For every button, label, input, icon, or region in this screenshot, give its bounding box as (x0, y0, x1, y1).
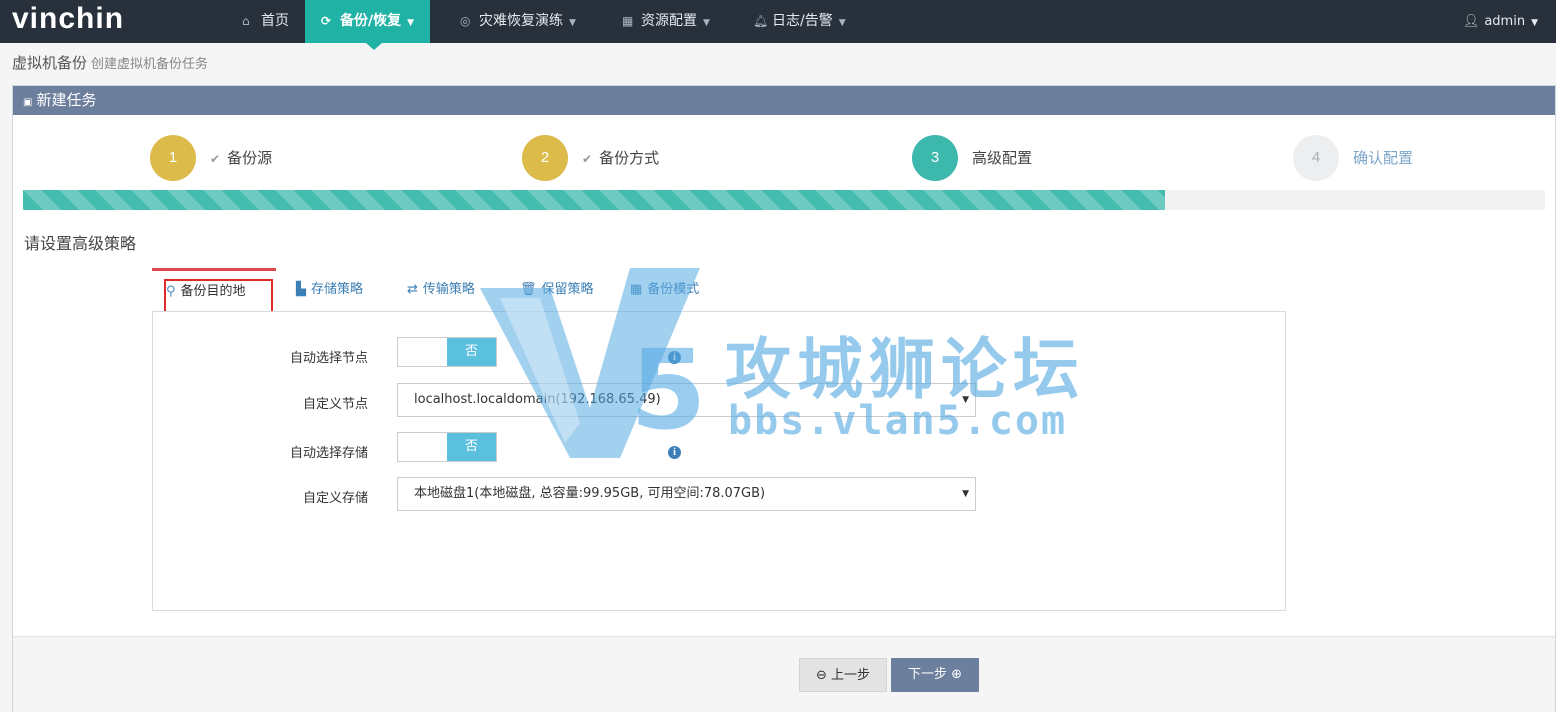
panel-header: ▣ 新建任务 (13, 86, 1555, 115)
nav-home[interactable]: ⌂ 首页 (242, 0, 289, 43)
dropdown-arrow-icon: ▼ (962, 489, 969, 499)
step-number: 3 (912, 135, 958, 181)
dropdown-arrow-icon: ▼ (962, 395, 969, 405)
section-title: 请设置高级策略 (24, 234, 137, 253)
step-label: 确认配置 (1353, 149, 1414, 167)
tab-transfer-policy[interactable]: ⇄ 传输策略 (407, 268, 475, 312)
info-icon[interactable]: i (668, 446, 681, 459)
auto-node-toggle[interactable]: 否 (397, 337, 497, 367)
step-label: 备份方式 (599, 149, 660, 167)
home-icon: ⌂ (242, 14, 250, 28)
custom-storage-select[interactable]: 本地磁盘1(本地磁盘, 总容量:99.95GB, 可用空间:78.07GB) ▼ (397, 477, 976, 511)
nav-backup-restore-label: 备份/恢复 (340, 13, 402, 29)
user-icon: 👤︎ (1462, 14, 1480, 29)
tab-content: 自动选择节点 否 i 自定义节点 localhost.localdomain(1… (152, 311, 1286, 611)
step-number: 4 (1293, 135, 1339, 181)
tab-label: 存储策略 (311, 282, 364, 297)
bell-icon: 🔔︎ (753, 14, 769, 28)
auto-node-label: 自动选择节点 (289, 351, 368, 366)
tab-label: 传输策略 (422, 282, 475, 297)
wizard-step-1: 1 ✔ 备份源 (150, 135, 410, 181)
chevron-down-icon: ▼ (569, 18, 576, 28)
step-number: 2 (522, 135, 568, 181)
trash-icon: 🗑︎ (520, 282, 537, 297)
auto-storage-label: 自动选择存储 (289, 446, 368, 461)
select-value: localhost.localdomain(192.168.65.49) (414, 392, 661, 407)
prev-label: 上一步 (831, 668, 871, 683)
chevron-down-icon: ▼ (407, 18, 415, 28)
arrow-left-circle-icon: ⊖ (815, 668, 827, 683)
wizard-step-4: 4 确认配置 (1293, 135, 1553, 181)
storage-icon: ▙ (296, 282, 306, 297)
grid-icon: ▦ (630, 282, 643, 297)
select-value: 本地磁盘1(本地磁盘, 总容量:99.95GB, 可用空间:78.07GB) (414, 486, 766, 501)
wizard-step-3: 3 高级配置 (912, 135, 1172, 181)
target-icon: ◎ (460, 14, 471, 28)
page-subtitle: 创建虚拟机备份任务 (91, 57, 209, 72)
toggle-state: 否 (447, 433, 496, 461)
custom-node-select[interactable]: localhost.localdomain(192.168.65.49) ▼ (397, 383, 976, 417)
settings-tabs: ⚲ 备份目的地 ▙ 存储策略 ⇄ 传输策略 🗑︎ 保留策略 ▦ 备份模式 (152, 268, 1286, 312)
tab-storage-policy[interactable]: ▙ 存储策略 (296, 268, 363, 312)
toggle-state: 否 (447, 338, 496, 366)
step-number: 1 (150, 135, 196, 181)
chevron-down-icon: ▼ (703, 18, 710, 28)
active-nav-pointer (366, 43, 382, 50)
chevron-down-icon: ▼ (838, 18, 846, 28)
nav-logs-alerts[interactable]: 🔔︎ 日志/告警 ▼ (753, 0, 846, 43)
check-icon: ✔ (582, 152, 593, 166)
step-label-wrap: ✔ 备份方式 (582, 135, 659, 182)
transfer-icon: ⇄ (407, 282, 418, 297)
tab-label: 保留策略 (541, 282, 594, 297)
user-name: admin (1484, 14, 1526, 29)
custom-node-label: 自定义节点 (302, 397, 368, 412)
nav-dr-drill[interactable]: ◎ 灾难恢复演练 ▼ (460, 0, 576, 43)
wizard-step-2: 2 ✔ 备份方式 (522, 135, 782, 181)
tab-retention-policy[interactable]: 🗑︎ 保留策略 (520, 268, 594, 312)
user-menu[interactable]: 👤︎ admin ▼ (1463, 0, 1538, 43)
chevron-down-icon: ▼ (1531, 18, 1538, 28)
info-icon[interactable]: i (668, 351, 681, 364)
new-task-panel: ▣ 新建任务 1 ✔ 备份源 2 ✔ 备份方式 3 高级配置 4 确认配置 请设置高级… (12, 85, 1556, 712)
next-step-button[interactable]: 下一步 ⊕ (891, 658, 979, 692)
page-title: 虚拟机备份 (12, 54, 88, 72)
grid-icon: ▦ (622, 14, 634, 28)
step-label: 高级配置 (972, 149, 1033, 167)
nav-backup-restore[interactable]: ⟳ 备份/恢复 ▼ (305, 0, 431, 43)
gift-icon: ▣ (23, 97, 33, 108)
wizard-progress-bar (23, 190, 1545, 210)
active-tab-highlight-box (164, 279, 273, 314)
check-icon: ✔ (210, 152, 221, 166)
next-label: 下一步 (907, 667, 947, 682)
panel-title: 新建任务 (36, 91, 97, 109)
nav-dr-drill-label: 灾难恢复演练 (479, 13, 563, 29)
step-label-wrap: ✔ 备份源 (210, 135, 272, 182)
top-navbar: vinchin ⌂ 首页 ⟳ 备份/恢复 ▼ ◎ 灾难恢复演练 ▼ ▦ 资源配置 ▼ 🔔︎ 日志… (0, 0, 1556, 50)
custom-storage-label: 自定义存储 (302, 491, 368, 506)
nav-home-label: 首页 (261, 13, 289, 29)
nav-resources-label: 资源配置 (641, 13, 697, 29)
breadcrumb: 虚拟机备份 创建虚拟机备份任务 (12, 52, 208, 73)
refresh-icon: ⟳ (321, 14, 332, 28)
progress-fill (23, 190, 1165, 210)
prev-step-button[interactable]: ⊖ 上一步 (799, 658, 887, 692)
panel-footer: ⊖ 上一步 下一步 ⊕ (13, 636, 1555, 712)
nav-logs-alerts-label: 日志/告警 (772, 13, 833, 29)
auto-storage-toggle[interactable]: 否 (397, 432, 497, 462)
app-logo[interactable]: vinchin (12, 2, 124, 36)
arrow-right-circle-icon: ⊕ (951, 667, 963, 682)
nav-resources[interactable]: ▦ 资源配置 ▼ (622, 0, 710, 43)
tab-label: 备份模式 (647, 282, 700, 297)
step-label: 备份源 (227, 149, 273, 167)
tab-backup-mode[interactable]: ▦ 备份模式 (630, 268, 699, 312)
